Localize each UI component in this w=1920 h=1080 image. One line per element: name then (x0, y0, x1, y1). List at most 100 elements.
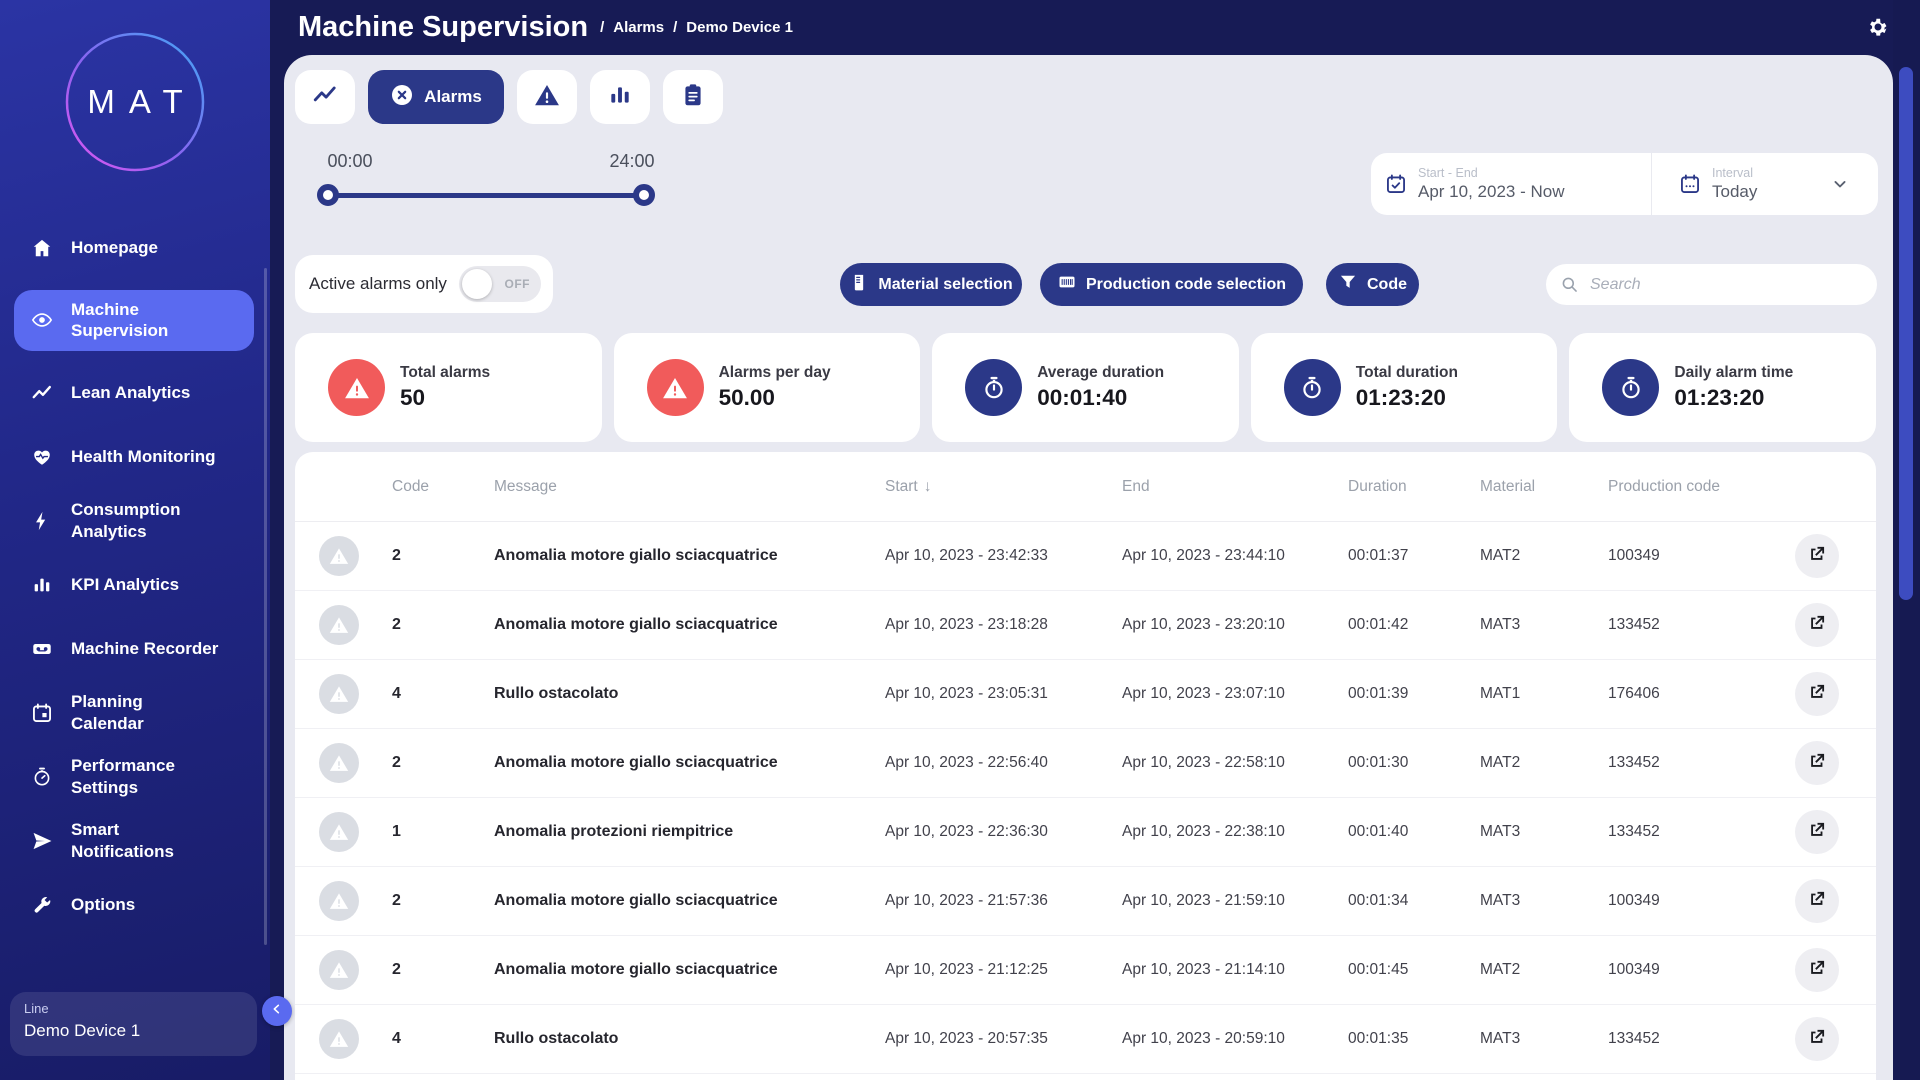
column-header-code[interactable]: Code (392, 478, 494, 496)
open-row-button[interactable] (1795, 810, 1839, 854)
search-input[interactable] (1588, 274, 1848, 295)
column-header-end[interactable]: End (1122, 478, 1348, 496)
sidebar-item-health-monitoring[interactable]: Health Monitoring (0, 435, 270, 479)
open-row-button[interactable] (1795, 603, 1839, 647)
material-icon (849, 272, 869, 297)
column-header-start[interactable]: Start ↓ (885, 478, 1122, 496)
sidebar-item-smart-notifications[interactable]: Smart Notifications (0, 819, 270, 863)
date-range-picker[interactable]: Start - End Apr 10, 2023 - Now (1371, 153, 1652, 215)
cell-code: 2 (392, 961, 401, 978)
cell-message: Anomalia motore giallo sciacquatrice (494, 754, 778, 771)
open-row-button[interactable] (1795, 1017, 1839, 1061)
tab-statistics[interactable] (590, 70, 650, 124)
sidebar-item-consumption-analytics[interactable]: Consumption Analytics (0, 499, 270, 543)
table-row[interactable]: 2 Anomalia motore giallo sciacquatrice A… (295, 591, 1876, 660)
stat-value: 50.00 (718, 385, 775, 410)
interval-select[interactable]: Interval Today (1652, 153, 1878, 215)
table-row[interactable]: 2 Anomalia motore giallo sciacquatrice A… (295, 936, 1876, 1005)
cell-code: 2 (392, 754, 401, 771)
cell-material: MAT2 (1480, 754, 1521, 771)
table-row[interactable]: 4 Rullo ostacolato Apr 10, 2023 - 23:05:… (295, 660, 1876, 729)
chevron-left-icon (269, 1001, 285, 1022)
gear-icon[interactable] (1867, 16, 1889, 38)
sidebar-scrollbar[interactable] (264, 268, 267, 945)
cell-end: Apr 10, 2023 - 23:20:10 (1122, 616, 1285, 633)
open-in-new-icon (1807, 544, 1827, 569)
cell-material: MAT3 (1480, 1030, 1521, 1047)
table-row[interactable]: 4 Rullo ostacolato Apr 10, 2023 - 20:57:… (295, 1005, 1876, 1074)
breadcrumb-alarms[interactable]: Alarms (613, 19, 664, 36)
open-row-button[interactable] (1795, 879, 1839, 923)
open-row-button[interactable] (1795, 948, 1839, 992)
open-in-new-icon (1807, 889, 1827, 914)
production-code-selection-button[interactable]: Production code selection (1040, 263, 1303, 306)
open-row-button[interactable] (1795, 672, 1839, 716)
column-header-duration[interactable]: Duration (1348, 478, 1480, 496)
sidebar-item-planning-calendar[interactable]: Planning Calendar (0, 691, 270, 735)
time-range-end-label: 24:00 (609, 151, 655, 171)
sidebar-item-machine-supervision[interactable]: Machine Supervision (14, 290, 254, 351)
date-interval-card: Start - End Apr 10, 2023 - Now Interval … (1371, 153, 1878, 215)
sidebar-item-homepage[interactable]: Homepage (0, 226, 270, 270)
slider-handle-start[interactable] (317, 184, 339, 206)
slider-handle-end[interactable] (633, 184, 655, 206)
date-range-label: Start - End (1418, 166, 1478, 180)
column-header-message[interactable]: Message (494, 478, 885, 496)
sidebar-item-machine-recorder[interactable]: Machine Recorder (0, 627, 270, 671)
open-row-button[interactable] (1795, 741, 1839, 785)
stat-daily-alarm-time: Daily alarm time 01:23:20 (1569, 333, 1876, 442)
sort-down-icon: ↓ (923, 477, 932, 495)
tab-warnings[interactable] (517, 70, 577, 124)
toggle-state-label: OFF (504, 277, 530, 291)
tab-alarms[interactable]: Alarms (368, 70, 504, 124)
cell-duration: 00:01:45 (1348, 961, 1409, 978)
active-alarms-toggle[interactable]: OFF (459, 266, 541, 302)
cell-material: MAT2 (1480, 961, 1521, 978)
sidebar-collapse-button[interactable] (262, 996, 292, 1026)
table-row[interactable]: 2 Anomalia motore giallo sciacquatrice A… (295, 867, 1876, 936)
cell-duration: 00:01:39 (1348, 685, 1409, 702)
cell-message: Anomalia protezioni riempitrice (494, 823, 734, 840)
device-selector-card[interactable]: Line Demo Device 1 (10, 992, 257, 1056)
sidebar-item-lean-analytics[interactable]: Lean Analytics (0, 371, 270, 415)
row-warning-icon (319, 536, 359, 576)
cell-production-code: 100349 (1608, 547, 1660, 564)
open-row-button[interactable] (1795, 534, 1839, 578)
warning-icon (646, 359, 704, 416)
page-scrollbar-thumb[interactable] (1899, 67, 1913, 600)
tab-trend-chart[interactable] (295, 70, 355, 124)
open-in-new-icon (1807, 958, 1827, 983)
chevron-down-icon (1830, 174, 1850, 194)
cell-production-code: 133452 (1608, 616, 1660, 633)
top-header: Machine Supervision / Alarms / Demo Devi… (284, 0, 1893, 55)
material-selection-label: Material selection (878, 275, 1013, 293)
tab-report[interactable] (663, 70, 723, 124)
cell-code: 4 (392, 685, 401, 702)
table-row[interactable]: 2 Anomalia motore giallo sciacquatrice A… (295, 729, 1876, 798)
sidebar-item-kpi-analytics[interactable]: KPI Analytics (0, 563, 270, 607)
cell-end: Apr 10, 2023 - 22:38:10 (1122, 823, 1285, 840)
cell-duration: 00:01:34 (1348, 892, 1409, 909)
cell-message: Rullo ostacolato (494, 1030, 619, 1047)
eye-icon (31, 309, 53, 331)
breadcrumb-device[interactable]: Demo Device 1 (686, 19, 793, 36)
sidebar-item-label: Homepage (71, 238, 158, 258)
table-row[interactable]: 2 Anomalia motore giallo sciacquatrice A… (295, 522, 1876, 591)
cell-message: Anomalia motore giallo sciacquatrice (494, 547, 778, 564)
column-header-production-code[interactable]: Production code (1608, 478, 1782, 496)
material-selection-button[interactable]: Material selection (840, 263, 1022, 306)
time-range-slider[interactable] (317, 184, 655, 206)
cell-message: Anomalia motore giallo sciacquatrice (494, 616, 778, 633)
funnel-icon (1338, 272, 1358, 297)
row-warning-icon (319, 743, 359, 783)
open-in-new-icon (1807, 751, 1827, 776)
alarms-table-header: Code Message Start ↓ End Duration Materia… (295, 452, 1876, 522)
cell-production-code: 100349 (1608, 892, 1660, 909)
column-header-material[interactable]: Material (1480, 478, 1608, 496)
sidebar-nav: Homepage Machine Supervision Lean Analyt… (0, 226, 270, 927)
sidebar-item-performance-settings[interactable]: Performance Settings (0, 755, 270, 799)
cell-production-code: 176406 (1608, 685, 1660, 702)
sidebar-item-options[interactable]: Options (0, 883, 270, 927)
code-filter-button[interactable]: Code (1326, 263, 1419, 306)
table-row[interactable]: 1 Anomalia protezioni riempitrice Apr 10… (295, 798, 1876, 867)
